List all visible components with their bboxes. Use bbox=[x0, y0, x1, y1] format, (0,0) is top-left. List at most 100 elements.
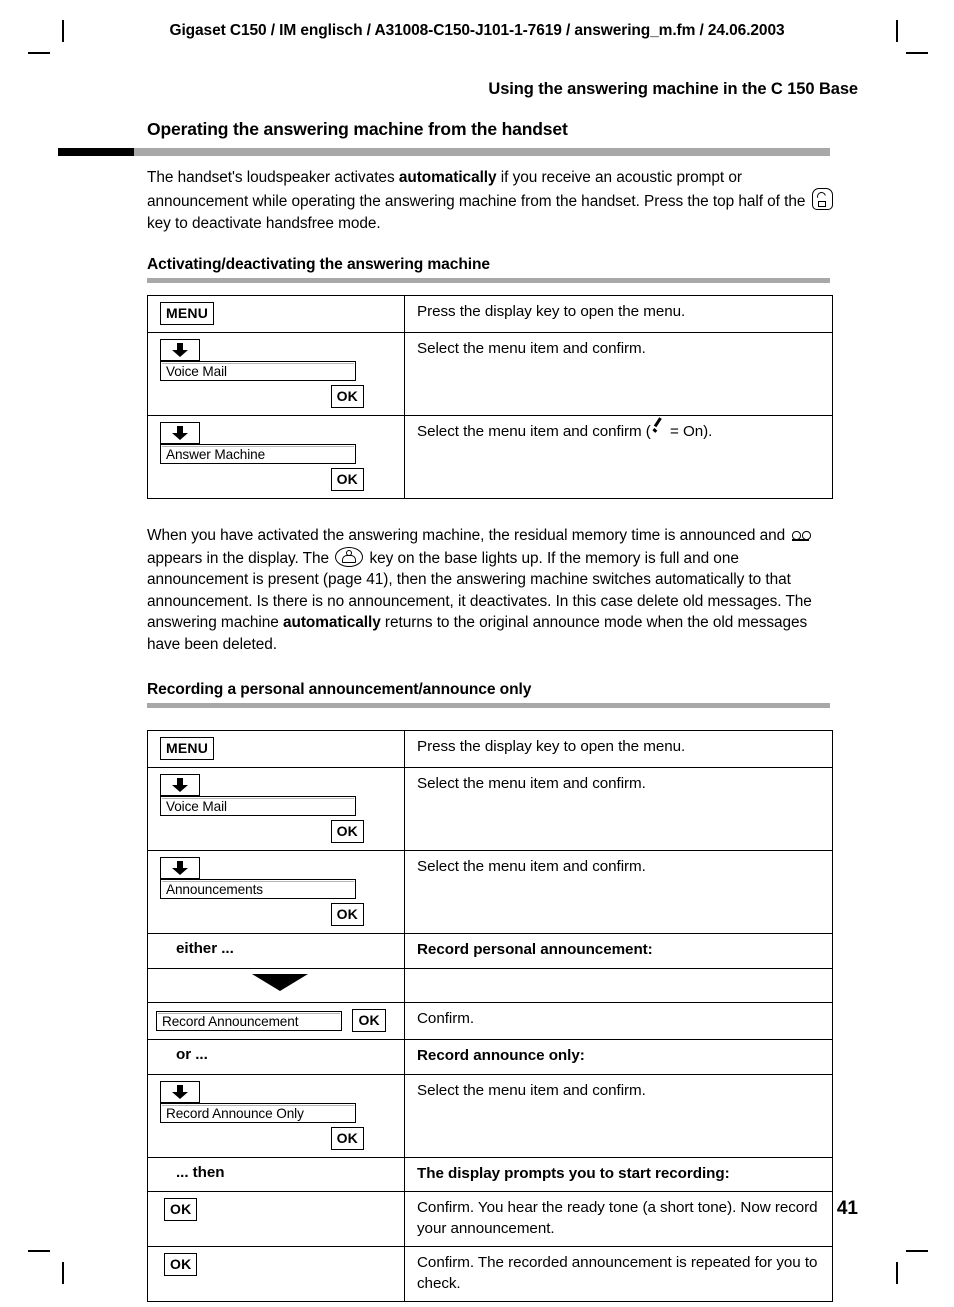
page-title: Operating the answering machine from the… bbox=[147, 119, 568, 139]
description-cell: Select the menu item and confirm. bbox=[404, 767, 833, 852]
description-text-part-2: = On). bbox=[665, 423, 713, 441]
display-field-record-announce-only[interactable]: Record Announce Only bbox=[160, 1102, 356, 1123]
key-cell: Voice Mail OK bbox=[147, 332, 405, 417]
ok-softkey-row: OK bbox=[160, 468, 396, 492]
key-cell: either ... bbox=[147, 933, 405, 969]
key-cell-inner: Announcements OK bbox=[148, 851, 404, 933]
subsection-2-title: Recording a personal announcement/announ… bbox=[147, 681, 532, 699]
description-text: Record personal announcement: bbox=[417, 941, 653, 959]
intro-paragraph: The handset's loudspeaker activates auto… bbox=[147, 167, 837, 235]
display-field-voice-mail[interactable]: Voice Mail bbox=[160, 361, 356, 382]
description-text: Confirm. The recorded announcement is re… bbox=[417, 1254, 818, 1292]
description-text: Press the display key to open the menu. bbox=[417, 303, 686, 321]
description-cell: The display prompts you to start recordi… bbox=[404, 1156, 833, 1193]
description-text: Confirm. bbox=[417, 1010, 474, 1028]
branch-label-or: or ... bbox=[176, 1046, 208, 1064]
key-sequence-table-1: MENU Press the display key to open the m… bbox=[147, 295, 833, 500]
key-cell: MENU bbox=[147, 295, 405, 334]
key-cell-inner: MENU bbox=[148, 296, 404, 332]
key-cell: OK bbox=[147, 1191, 405, 1248]
intro-bold-automatically: automatically bbox=[398, 168, 497, 186]
nav-down-key-icon[interactable] bbox=[160, 774, 200, 797]
key-cell-inner: Record Announcement OK bbox=[148, 1003, 404, 1039]
crop-mark-bottom-left-horizontal bbox=[28, 1250, 50, 1252]
description-cell: Confirm. bbox=[404, 1002, 833, 1041]
description-cell: Record personal announcement: bbox=[404, 933, 833, 969]
ok-softkey[interactable]: OK bbox=[330, 468, 364, 492]
table-row: Record Announcement OK Confirm. bbox=[147, 1002, 833, 1041]
display-field-record-announcement[interactable]: Record Announcement bbox=[156, 1010, 342, 1031]
nav-down-key-icon[interactable] bbox=[160, 857, 200, 880]
key-cell: Record Announce Only OK bbox=[147, 1073, 405, 1158]
key-cell: ... then bbox=[147, 1156, 405, 1193]
arrow-head bbox=[172, 433, 188, 441]
nav-down-key-icon[interactable] bbox=[160, 339, 200, 362]
ok-softkey-row: OK bbox=[160, 385, 396, 409]
chevron-row bbox=[148, 969, 404, 1002]
nav-down-key-icon[interactable] bbox=[160, 422, 200, 445]
table-row: Voice Mail OK Select the menu item and c… bbox=[147, 332, 833, 417]
key-cell: Record Announcement OK bbox=[147, 1002, 405, 1041]
description-text: Record announce only: bbox=[417, 1047, 585, 1065]
subsection-2-rule bbox=[147, 703, 830, 709]
nav-down-key-icon[interactable] bbox=[160, 1080, 200, 1103]
ok-softkey[interactable]: OK bbox=[164, 1253, 198, 1277]
description-cell: Confirm. The recorded announcement is re… bbox=[404, 1246, 833, 1303]
table-row: MENU Press the display key to open the m… bbox=[147, 730, 833, 769]
description-text: Select the menu item and confirm. bbox=[417, 775, 646, 793]
page-number: 41 bbox=[836, 1198, 858, 1219]
table-row: OK Confirm. You hear the ready tone (a s… bbox=[147, 1191, 833, 1248]
ok-softkey[interactable]: OK bbox=[330, 903, 364, 927]
table-row: Voice Mail OK Select the menu item and c… bbox=[147, 767, 833, 852]
key-cell bbox=[147, 967, 405, 1004]
subsection-1-title: Activating/deactivating the answering ma… bbox=[147, 256, 490, 274]
key-cell-inner: Voice Mail OK bbox=[148, 333, 404, 415]
key-cell-inner: Answer Machine OK bbox=[148, 416, 404, 498]
display-field-announcements[interactable]: Announcements bbox=[160, 879, 356, 900]
key-cell-inner: OK bbox=[148, 1247, 404, 1283]
key-cell: Answer Machine OK bbox=[147, 415, 405, 500]
ok-softkey[interactable]: OK bbox=[330, 820, 364, 844]
description-cell: Press the display key to open the menu. bbox=[404, 295, 833, 334]
table-row: OK Confirm. The recorded announcement is… bbox=[147, 1246, 833, 1303]
checkmark-icon bbox=[652, 424, 665, 438]
key-cell-inner: Record Announce Only OK bbox=[148, 1075, 404, 1157]
arrow-head bbox=[172, 868, 188, 876]
chapter-title: Using the answering machine in the C 150… bbox=[488, 80, 858, 98]
key-cell-inner: MENU bbox=[148, 731, 404, 767]
crop-mark-bottom-right-horizontal bbox=[906, 1250, 928, 1252]
description-cell: Select the menu item and confirm. bbox=[404, 850, 833, 935]
display-field-voice-mail[interactable]: Voice Mail bbox=[160, 796, 356, 817]
branch-label-then: ... then bbox=[176, 1163, 225, 1181]
display-field-answer-machine[interactable]: Answer Machine bbox=[160, 444, 356, 465]
ok-softkey[interactable]: OK bbox=[164, 1198, 198, 1222]
running-header: Gigaset C150 / IM englisch / A31008-C150… bbox=[0, 22, 954, 44]
arrow-head bbox=[172, 350, 188, 358]
key-cell: Voice Mail OK bbox=[147, 767, 405, 852]
key-cell-inner: Voice Mail OK bbox=[148, 768, 404, 850]
menu-softkey[interactable]: MENU bbox=[160, 302, 215, 326]
description-cell: Select the menu item and confirm ( = On)… bbox=[404, 415, 833, 500]
ok-softkey-row: OK bbox=[160, 1126, 396, 1150]
description-text: Select the menu item and confirm. bbox=[417, 340, 646, 358]
tape-bar bbox=[792, 539, 810, 541]
ok-softkey[interactable]: OK bbox=[330, 385, 364, 409]
running-header-text: Gigaset C150 / IM englisch / A31008-C150… bbox=[169, 22, 785, 39]
description-text: Confirm. You hear the ready tone (a shor… bbox=[417, 1199, 818, 1237]
menu-softkey[interactable]: MENU bbox=[160, 737, 215, 761]
table-row: either ... Record personal announcement: bbox=[147, 933, 833, 969]
ok-softkey-row: OK bbox=[160, 903, 396, 927]
arrow-head bbox=[172, 1091, 188, 1099]
ok-softkey[interactable]: OK bbox=[352, 1009, 386, 1033]
description-cell bbox=[404, 967, 833, 1004]
content-column: Operating the answering machine from the… bbox=[147, 118, 837, 1303]
key-cell: OK bbox=[147, 1246, 405, 1303]
description-cell: Confirm. You hear the ready tone (a shor… bbox=[404, 1191, 833, 1248]
crop-mark-bottom-left-vertical bbox=[62, 1262, 64, 1284]
ok-softkey[interactable]: OK bbox=[330, 1126, 364, 1150]
key-cell: or ... bbox=[147, 1039, 405, 1075]
description-text: The display prompts you to start recordi… bbox=[417, 1164, 730, 1182]
table-row: Answer Machine OK Select the menu item a… bbox=[147, 415, 833, 500]
table-row bbox=[147, 967, 833, 1004]
paragraph-bold-automatically: automatically bbox=[282, 614, 381, 632]
